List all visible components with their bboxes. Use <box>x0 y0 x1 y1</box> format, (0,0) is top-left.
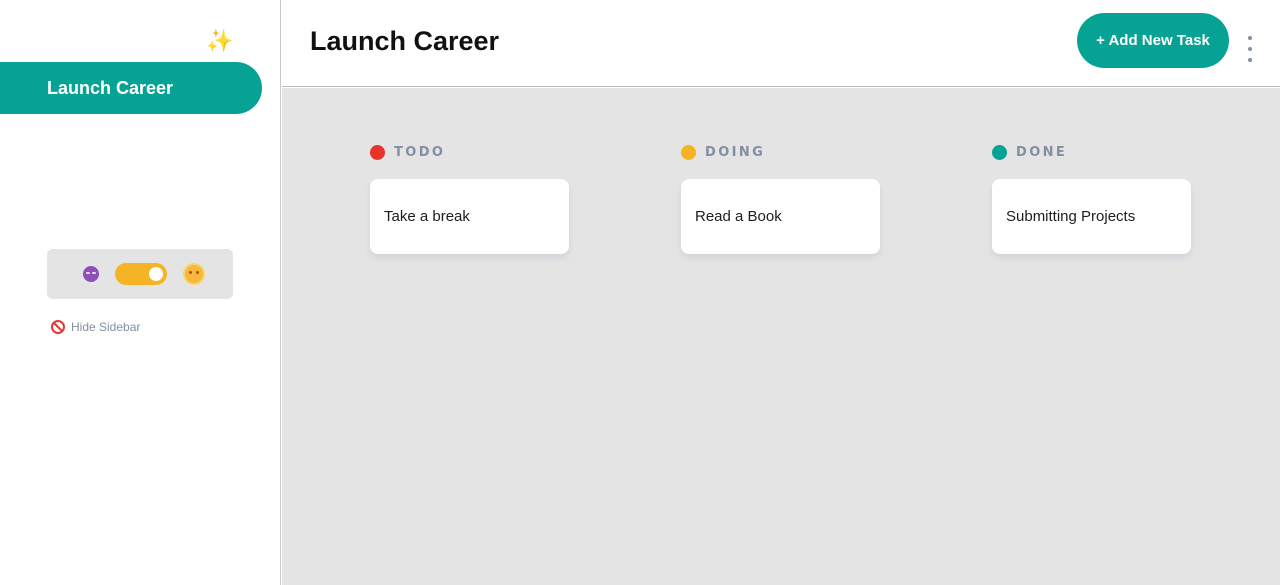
status-dot <box>992 144 1007 160</box>
menu-dot <box>1248 47 1252 51</box>
task-card[interactable]: Take a break <box>370 179 569 254</box>
sidebar-item-launch-career[interactable]: Launch Career <box>0 62 262 114</box>
theme-switcher <box>47 249 233 299</box>
column-header: TODO <box>370 143 570 161</box>
header: Launch Career + Add New Task <box>282 0 1280 87</box>
column-header: DOING <box>681 143 881 161</box>
column-doing: DOING Read a Book <box>681 143 881 254</box>
theme-toggle[interactable] <box>115 263 167 285</box>
hide-sidebar-button[interactable]: Hide Sidebar <box>51 318 140 336</box>
task-title: Take a break <box>384 208 470 225</box>
column-todo: TODO Take a break <box>370 143 570 254</box>
task-card[interactable]: Submitting Projects <box>992 179 1191 254</box>
hide-sidebar-label: Hide Sidebar <box>71 320 141 334</box>
column-title: DOING <box>705 144 766 160</box>
task-title: Read a Book <box>695 208 782 225</box>
column-done: DONE Submitting Projects <box>992 143 1192 254</box>
vertical-ellipsis-icon[interactable] <box>1242 36 1258 62</box>
menu-dot <box>1248 58 1252 62</box>
add-new-task-button[interactable]: + Add New Task <box>1077 13 1229 68</box>
board: TODO Take a break DOING Read a Book DONE… <box>282 88 1280 585</box>
moon-face-icon <box>83 266 99 282</box>
column-title: TODO <box>394 144 446 160</box>
sun-face-icon <box>185 265 203 283</box>
sidebar: ✨ Launch Career Hide Sidebar <box>0 0 281 585</box>
status-dot <box>370 144 385 160</box>
toggle-knob <box>149 267 163 281</box>
menu-dot <box>1248 36 1252 40</box>
page-title: Launch Career <box>310 26 500 56</box>
sparkle-icon: ✨ <box>206 29 234 54</box>
task-title: Submitting Projects <box>1006 208 1136 225</box>
column-header: DONE <box>992 143 1192 161</box>
status-dot <box>681 144 696 160</box>
task-card[interactable]: Read a Book <box>681 179 880 254</box>
column-title: DONE <box>1016 144 1068 160</box>
no-entry-icon <box>51 320 65 334</box>
